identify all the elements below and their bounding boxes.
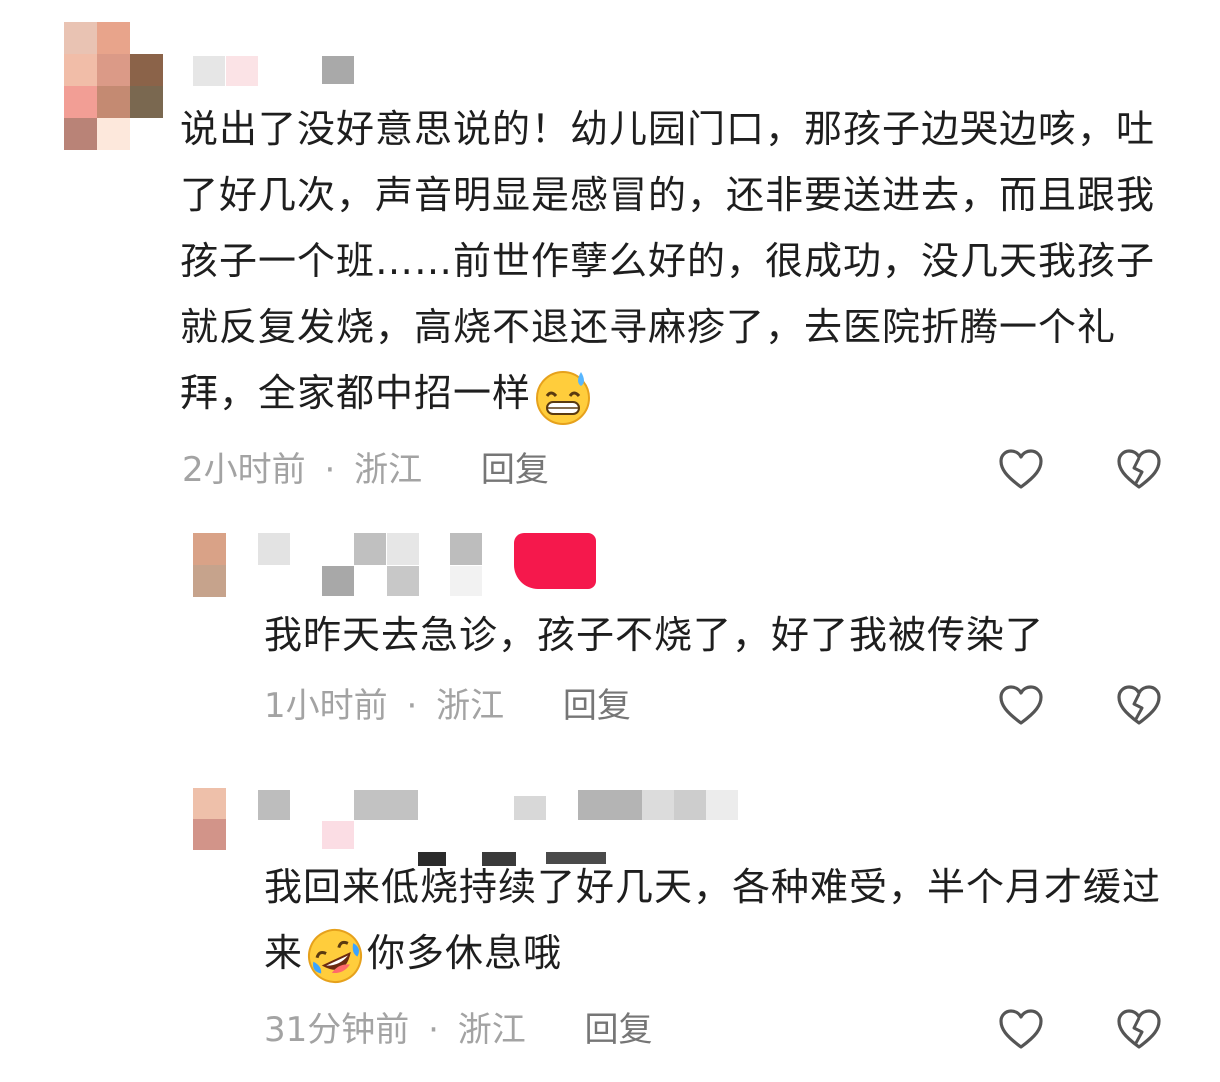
comment-text: 说出了没好意思说的！幼儿园门口，那孩子边哭边咳，吐了好几次，声音明显是感冒的，还…	[180, 96, 1180, 426]
timestamp: 1小时前	[264, 686, 388, 726]
rofl-icon	[305, 926, 365, 986]
separator: ·	[324, 450, 336, 490]
comment-meta: 2小时前 · 浙江 回复	[182, 450, 549, 490]
comment-meta: 1小时前 · 浙江 回复	[264, 686, 631, 726]
dislike-button[interactable]	[1116, 683, 1162, 729]
grin-sweat-icon	[533, 366, 593, 426]
avatar[interactable]	[193, 533, 226, 597]
heart-outline-icon	[999, 685, 1043, 725]
timestamp: 2小时前	[182, 450, 306, 490]
reply-button[interactable]: 回复	[563, 686, 631, 726]
comment-meta: 31分钟前 · 浙江 回复	[264, 1010, 653, 1050]
like-button[interactable]	[998, 683, 1044, 729]
separator: ·	[406, 686, 418, 726]
avatar[interactable]	[64, 22, 163, 150]
author-badge	[514, 533, 596, 589]
dislike-button[interactable]	[1116, 1007, 1162, 1053]
comment-text: 我昨天去急诊，孩子不烧了，好了我被传染了	[264, 613, 1045, 657]
reply-button[interactable]: 回复	[481, 450, 549, 490]
reply-button[interactable]: 回复	[585, 1010, 653, 1050]
location: 浙江	[457, 1010, 526, 1050]
heart-outline-icon	[999, 1009, 1043, 1049]
timestamp: 31分钟前	[264, 1010, 410, 1050]
dislike-button[interactable]	[1116, 447, 1162, 493]
separator: ·	[428, 1010, 439, 1050]
broken-heart-outline-icon	[1117, 1009, 1161, 1049]
heart-outline-icon	[999, 449, 1043, 489]
location: 浙江	[436, 686, 505, 726]
like-button[interactable]	[998, 1007, 1044, 1053]
comment-text: 我回来低烧持续了好几天，各种难受，半个月才缓过来 你多休息哦	[264, 854, 1184, 986]
broken-heart-outline-icon	[1117, 685, 1161, 725]
avatar[interactable]	[193, 788, 226, 850]
broken-heart-outline-icon	[1117, 449, 1161, 489]
like-button[interactable]	[998, 447, 1044, 493]
location: 浙江	[354, 450, 423, 490]
